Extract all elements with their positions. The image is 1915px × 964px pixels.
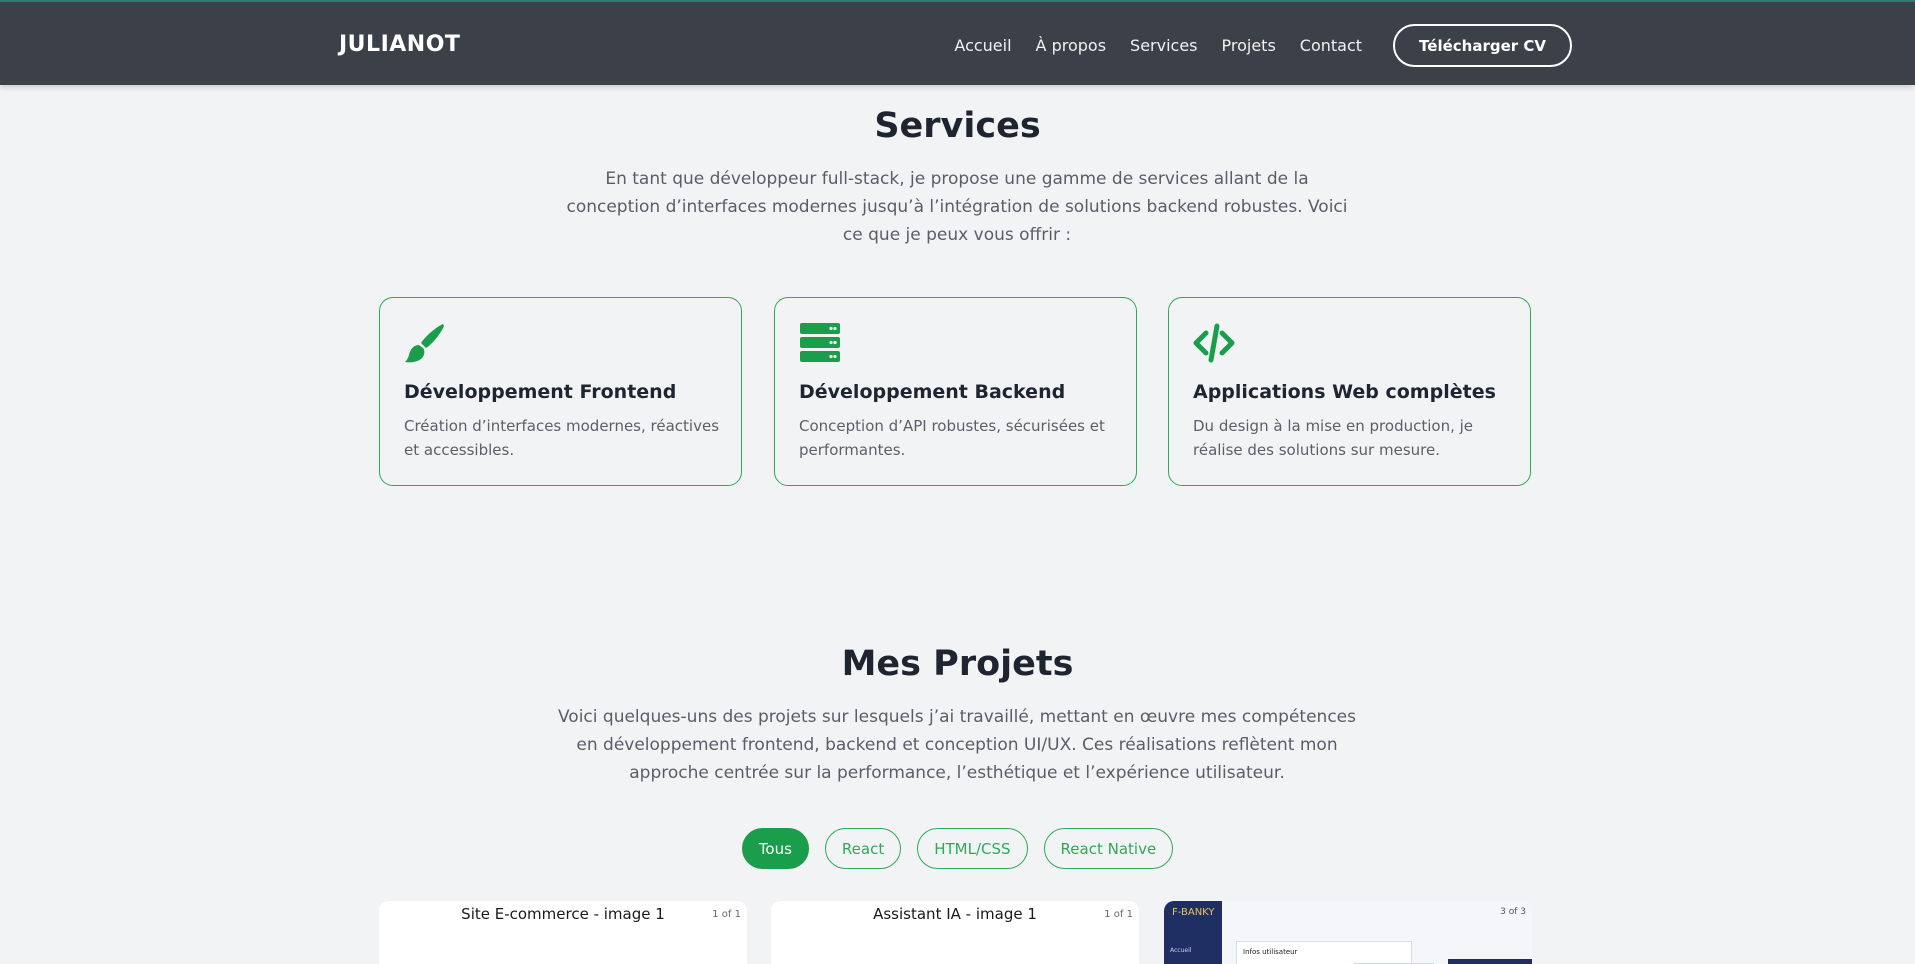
project-card-ecommerce[interactable]: Site E-commerce - image 1 1 of 1: [379, 901, 747, 964]
main-nav: Accueil À propos Services Projets Contac…: [954, 24, 1572, 67]
services-intro: En tant que développeur full-stack, je p…: [566, 169, 1348, 245]
nav-link-contact[interactable]: Contact: [1300, 36, 1362, 55]
service-title: Développement Frontend: [404, 381, 677, 403]
projects-intro: Voici quelques-uns des projets sur lesqu…: [558, 707, 1356, 783]
image-counter: 1 of 1: [1104, 909, 1133, 920]
project-card-banking[interactable]: F-BANKY Accueil Infos utilisateur 3 of 3: [1164, 901, 1532, 964]
filter-react[interactable]: React: [824, 828, 902, 869]
filter-html-css[interactable]: HTML/CSS: [917, 828, 1028, 869]
image-counter: 1 of 1: [712, 909, 741, 920]
service-description: Conception d’API robustes, sécurisées et…: [799, 417, 1105, 459]
screenshot-menu-item: Accueil: [1170, 947, 1192, 954]
screenshot-panel-label: Infos utilisateur: [1243, 948, 1298, 956]
nav-link-accueil[interactable]: Accueil: [954, 36, 1011, 55]
project-screenshot: F-BANKY Accueil Infos utilisateur: [1164, 901, 1532, 964]
screenshot-button: [1448, 959, 1532, 964]
service-card-fullstack: Applications Web complètes Du design à l…: [1168, 297, 1531, 486]
service-title: Développement Backend: [799, 381, 1066, 403]
server-icon: [800, 323, 840, 362]
nav-link-projets[interactable]: Projets: [1222, 36, 1276, 55]
nav-link-a-propos[interactable]: À propos: [1036, 36, 1106, 55]
screenshot-sidebar: F-BANKY Accueil: [1164, 901, 1222, 964]
screenshot-panel: Infos utilisateur: [1236, 941, 1412, 964]
site-logo[interactable]: JULIANOT: [339, 32, 460, 57]
code-icon: [1193, 323, 1235, 363]
filter-tous[interactable]: Tous: [741, 828, 809, 869]
project-filters: Tous React HTML/CSS React Native: [0, 828, 1915, 869]
filter-react-native[interactable]: React Native: [1043, 828, 1174, 869]
service-description: Création d’interfaces modernes, réactive…: [404, 417, 720, 459]
service-card-frontend: Développement Frontend Création d’interf…: [379, 297, 742, 486]
project-card-assistant-ia[interactable]: Assistant IA - image 1 1 of 1: [771, 901, 1139, 964]
image-caption: Site E-commerce - image 1: [461, 905, 665, 923]
projects-title: Mes Projets: [841, 644, 1074, 684]
nav-link-services[interactable]: Services: [1130, 36, 1197, 55]
paintbrush-icon: [405, 324, 444, 363]
service-card-backend: Développement Backend Conception d’API r…: [774, 297, 1137, 486]
service-title: Applications Web complètes: [1193, 381, 1496, 403]
services-title: Services: [874, 106, 1041, 146]
download-cv-button[interactable]: Télécharger CV: [1393, 24, 1572, 67]
image-caption: Assistant IA - image 1: [873, 905, 1037, 923]
image-counter: 3 of 3: [1500, 907, 1526, 917]
screenshot-logo: F-BANKY: [1172, 907, 1215, 918]
top-navbar: JULIANOT Accueil À propos Services Proje…: [0, 0, 1915, 85]
service-description: Du design à la mise en production, je ré…: [1193, 417, 1474, 459]
